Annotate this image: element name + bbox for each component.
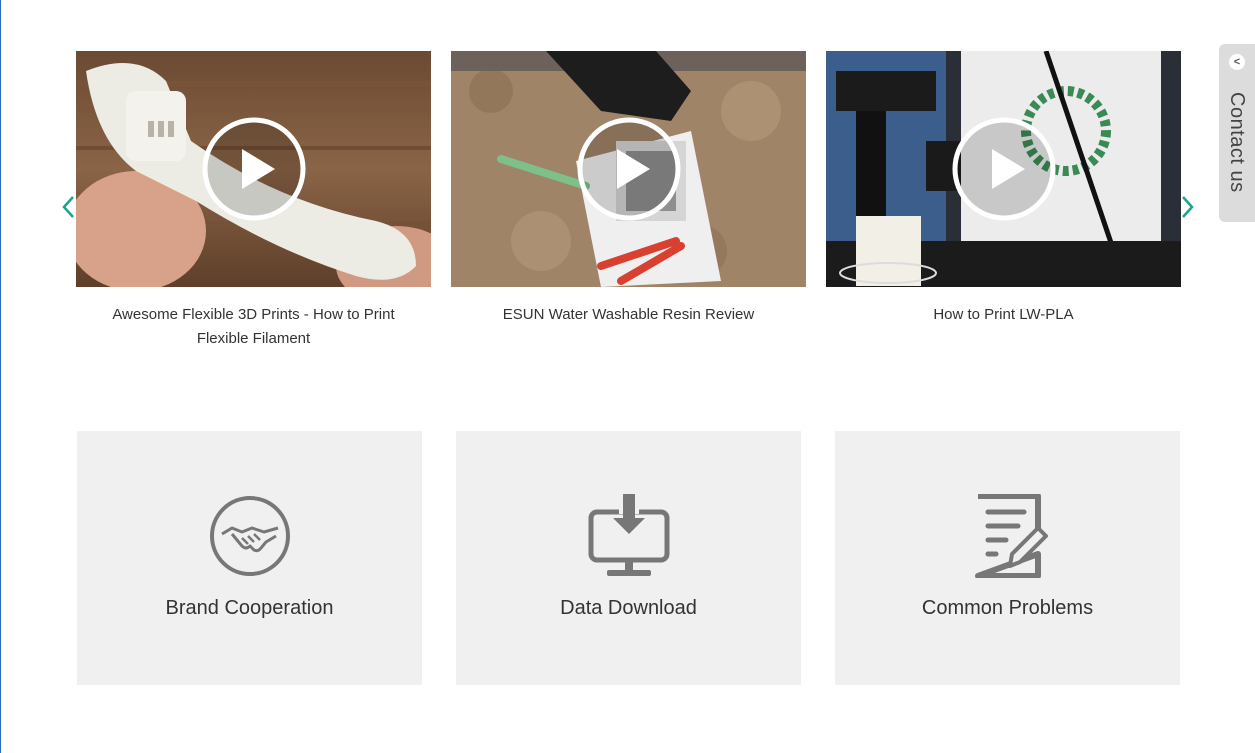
video-thumbnail[interactable] <box>451 51 806 287</box>
download-monitor-icon <box>588 494 669 576</box>
contact-us-label[interactable]: Contact us <box>1225 92 1248 193</box>
collapse-icon[interactable]: < <box>1229 54 1245 70</box>
handshake-icon <box>209 496 290 576</box>
video-title[interactable]: ESUN Water Washable Resin Review <box>451 303 806 327</box>
play-icon[interactable] <box>952 117 1056 221</box>
brand-cooperation-tile[interactable]: Brand Cooperation <box>77 431 422 685</box>
video-title[interactable]: Awesome Flexible 3D Prints - How to Prin… <box>76 303 431 351</box>
carousel-next-button[interactable] <box>1178 194 1196 220</box>
contact-us-tab[interactable]: < Contact us <box>1219 44 1255 222</box>
tile-label: Common Problems <box>921 597 1094 619</box>
video-card[interactable]: How to Print LW-PLA <box>826 51 1181 327</box>
data-download-tile[interactable]: Data Download <box>456 431 801 685</box>
tile-label: Data Download <box>560 597 697 619</box>
tile-label: Brand Cooperation <box>165 597 334 619</box>
document-edit-icon <box>974 494 1048 578</box>
common-problems-tile[interactable]: Common Problems <box>835 431 1180 685</box>
play-icon[interactable] <box>202 117 306 221</box>
page: Awesome Flexible 3D Prints - How to Prin… <box>0 0 1255 753</box>
video-card[interactable]: Awesome Flexible 3D Prints - How to Prin… <box>76 51 431 351</box>
video-carousel: Awesome Flexible 3D Prints - How to Prin… <box>0 0 1255 380</box>
video-thumbnail[interactable] <box>826 51 1181 287</box>
video-thumbnail[interactable] <box>76 51 431 287</box>
play-icon[interactable] <box>577 117 681 221</box>
chevron-right-icon <box>1182 196 1194 218</box>
video-card[interactable]: ESUN Water Washable Resin Review <box>451 51 806 327</box>
video-title[interactable]: How to Print LW-PLA <box>826 303 1181 327</box>
